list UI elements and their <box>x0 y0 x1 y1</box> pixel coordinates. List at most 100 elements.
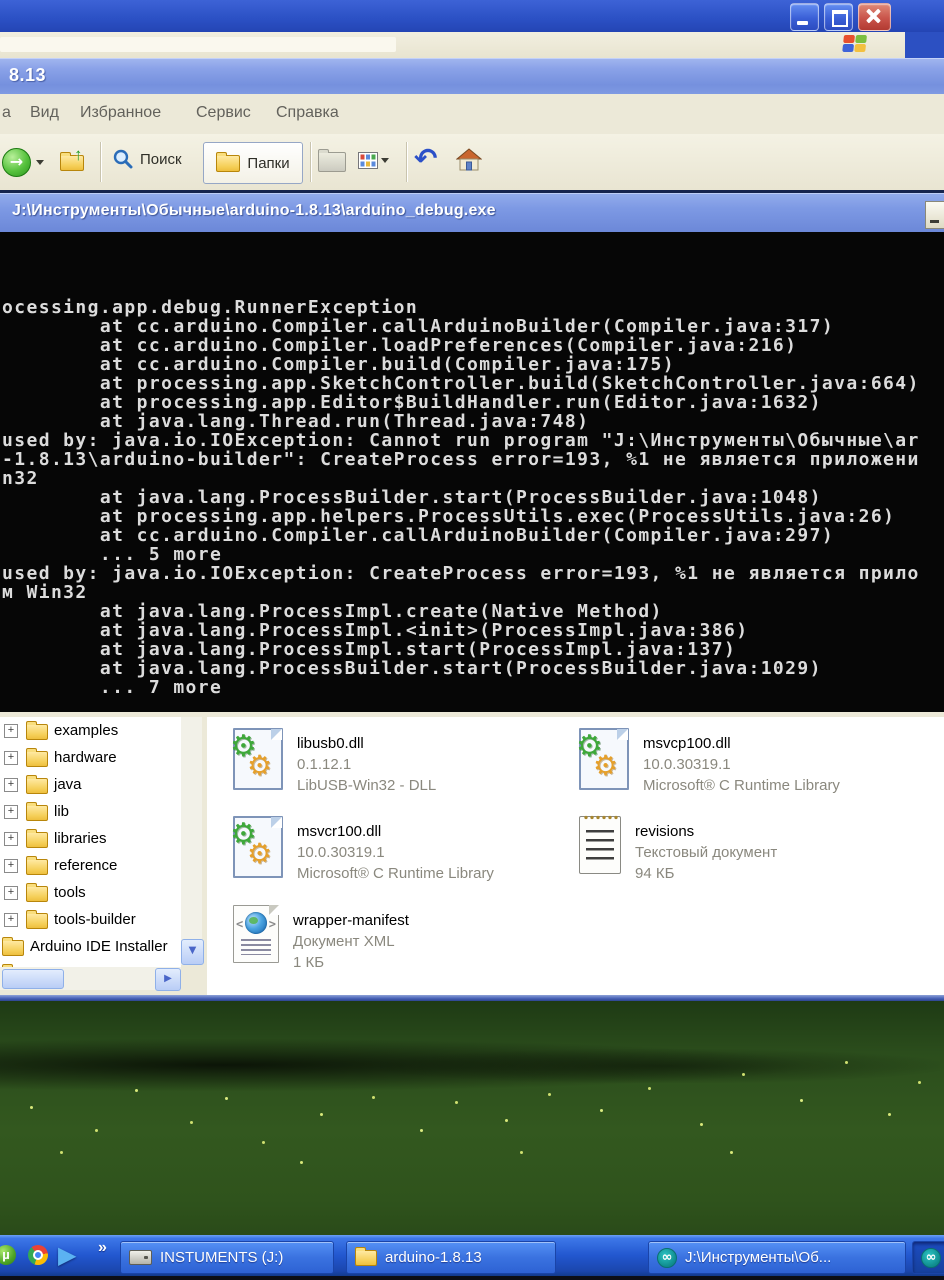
folders-button[interactable]: Папки <box>203 142 303 184</box>
scroll-down-button[interactable]: ▼ <box>181 939 204 965</box>
folder-icon <box>26 775 48 794</box>
console-line: ... 5 more <box>2 544 223 565</box>
home-button[interactable] <box>455 148 483 177</box>
file-description: LibUSB-Win32 - DLL <box>297 777 437 794</box>
taskbar-button-label: INSTUMENTS (J:) <box>160 1249 284 1266</box>
expand-icon[interactable] <box>4 886 18 900</box>
tree-item-label: tools <box>54 884 86 901</box>
console-line: at java.lang.ProcessBuilder.start(Proces… <box>2 658 822 679</box>
tree-item-libraries[interactable]: libraries <box>0 825 181 852</box>
forward-button[interactable]: → <box>2 148 31 177</box>
menu-item-fragment[interactable]: а <box>2 104 11 122</box>
undo-arrow-icon: ↶ <box>414 142 438 175</box>
tree-item-lib[interactable]: lib <box>0 798 181 825</box>
file-name: wrapper-manifest <box>293 912 409 929</box>
move-to-button[interactable] <box>318 149 346 172</box>
folder-icon <box>26 802 48 821</box>
file-item-msvcp100[interactable]: ⚙ ⚙ msvcp100.dll 10.0.30319.1 Microsoft®… <box>576 728 840 796</box>
file-item-msvcr100[interactable]: ⚙ ⚙ msvcr100.dll 10.0.30319.1 Microsoft®… <box>230 816 494 884</box>
tree-item-arduino-ide-installer[interactable]: Arduino IDE Installer <box>0 933 181 960</box>
file-name: revisions <box>635 823 695 840</box>
tree-item-hardware[interactable]: hardware <box>0 744 181 771</box>
console-line: used by: java.io.IOException: Cannot run… <box>2 430 920 451</box>
menu-item-favorites[interactable]: Избранное <box>80 104 161 122</box>
expand-icon[interactable] <box>4 832 18 846</box>
tree-item-label: hardware <box>54 749 117 766</box>
player-quicklaunch-icon[interactable]: ▶ <box>58 1241 76 1269</box>
file-type: Текстовый документ <box>635 844 778 861</box>
chrome-quicklaunch-icon[interactable] <box>28 1245 48 1265</box>
desktop-wallpaper <box>0 1001 944 1235</box>
tree-item-examples[interactable]: examples <box>0 717 181 744</box>
menu-item-help[interactable]: Справка <box>276 104 339 122</box>
file-item-revisions[interactable]: revisions Текстовый документ 94 КБ <box>579 814 778 884</box>
views-grid-icon <box>358 152 378 169</box>
folder-icon <box>2 937 24 956</box>
expand-icon[interactable] <box>4 913 18 927</box>
expand-icon[interactable] <box>4 859 18 873</box>
file-item-libusb0[interactable]: ⚙ ⚙ libusb0.dll 0.1.12.1 LibUSB-Win32 - … <box>230 728 437 796</box>
minimize-button[interactable] <box>790 3 819 31</box>
views-dropdown-icon <box>381 158 389 163</box>
taskbar: µ ▶ » INSTUMENTS (J:) arduino-1.8.13 ∞ J… <box>0 1235 944 1280</box>
tree-item-reference[interactable]: reference <box>0 852 181 879</box>
explorer-window-titlebar[interactable]: 8.13 <box>0 58 944 94</box>
outer-window-titlebar[interactable] <box>0 0 944 32</box>
tree-item-java[interactable]: java <box>0 771 181 798</box>
console-line: at java.lang.Thread.run(Thread.java:748) <box>2 411 590 432</box>
scroll-right-button[interactable]: ▶ <box>155 968 181 991</box>
tree-item-label: lib <box>54 803 70 820</box>
folder-icon <box>26 910 48 929</box>
taskbar-button-active[interactable]: ∞ <box>912 1241 944 1274</box>
expand-icon[interactable] <box>4 751 18 765</box>
file-name: libusb0.dll <box>297 735 364 752</box>
file-type: Документ XML <box>293 933 395 950</box>
forward-dropdown-icon[interactable] <box>36 160 44 165</box>
scrollbar-thumb[interactable] <box>2 969 64 989</box>
console-minimize-button[interactable] <box>925 201 944 229</box>
taskbar-button-arduino-folder[interactable]: arduino-1.8.13 <box>346 1241 556 1274</box>
maximize-button[interactable] <box>824 3 853 31</box>
console-line: at cc.arduino.Compiler.callArduinoBuilde… <box>2 316 835 337</box>
tree-vertical-scrollbar[interactable]: ▼ <box>181 717 204 965</box>
up-folder-button[interactable]: ↑ <box>58 145 88 173</box>
taskbar-button-console[interactable]: ∞ J:\Инструменты\Об... <box>648 1241 906 1274</box>
console-line: n32 <box>2 468 39 489</box>
search-button[interactable]: Поиск <box>112 148 182 170</box>
console-title: J:\Инструменты\Обычные\arduino-1.8.13\ar… <box>12 202 496 219</box>
toolbar-separator <box>310 142 311 182</box>
console-window[interactable]: J:\Инструменты\Обычные\arduino-1.8.13\ar… <box>0 190 944 712</box>
utorrent-quicklaunch-icon[interactable]: µ <box>0 1245 16 1265</box>
drive-icon <box>129 1250 152 1265</box>
tree-item-partial[interactable] <box>0 960 181 967</box>
views-button[interactable] <box>358 152 389 169</box>
gear-icon: ⚙ <box>247 837 273 870</box>
close-button[interactable] <box>858 3 891 31</box>
maximize-icon <box>832 10 848 27</box>
windows-logo-icon <box>842 35 868 54</box>
console-line: at java.lang.ProcessImpl.<init>(ProcessI… <box>2 620 749 641</box>
quicklaunch-overflow-chevron[interactable]: » <box>98 1239 107 1257</box>
explorer-toolbar: → ↑ Поиск Папки ↶ <box>0 134 944 191</box>
expand-icon[interactable] <box>4 778 18 792</box>
expand-icon[interactable] <box>4 724 18 738</box>
tree-item-tools-builder[interactable]: tools-builder <box>0 906 181 933</box>
taskbar-button-instruments-drive[interactable]: INSTUMENTS (J:) <box>120 1241 334 1274</box>
expand-icon[interactable] <box>4 805 18 819</box>
console-titlebar[interactable]: J:\Инструменты\Обычные\arduino-1.8.13\ar… <box>0 193 944 232</box>
undo-button[interactable]: ↶ <box>414 142 437 175</box>
tree-item-label: tools-builder <box>54 911 136 928</box>
gear-icon: ⚙ <box>593 749 619 782</box>
menu-item-view[interactable]: Вид <box>30 104 59 122</box>
console-line: at processing.app.SketchController.build… <box>2 373 920 394</box>
file-version: 10.0.30319.1 <box>297 844 385 861</box>
menubar: а Вид Избранное Сервис Справка <box>0 94 944 134</box>
menu-strip-band <box>0 37 396 52</box>
menu-item-tools[interactable]: Сервис <box>196 104 251 122</box>
file-list: ⚙ ⚙ libusb0.dll 0.1.12.1 LibUSB-Win32 - … <box>207 717 944 995</box>
tree-horizontal-scrollbar[interactable]: ▶ <box>0 967 181 991</box>
tree-item-tools[interactable]: tools <box>0 879 181 906</box>
taskbar-button-label: J:\Инструменты\Об... <box>685 1249 832 1266</box>
toolbar-separator <box>406 142 407 182</box>
file-item-wrapper-manifest[interactable]: < > wrapper-manifest Документ XML 1 КБ <box>233 905 409 973</box>
